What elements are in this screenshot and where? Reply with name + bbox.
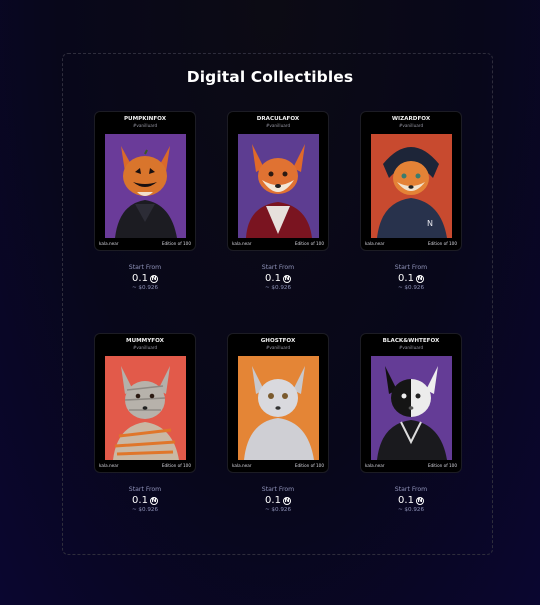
nft-owner[interactable]: kala.near (232, 241, 252, 246)
nft-card-footer: kala.near Edition of 100 (232, 463, 324, 468)
nft-name: WIZARDFOX (391, 116, 431, 122)
nft-card[interactable]: BLACK&WHTEFOX #vanilluard kala.near Edit… (360, 333, 464, 473)
start-from-label: Start From (261, 264, 295, 271)
nft-price: Start From 0.1 N ~ $0.926 (93, 264, 197, 291)
nft-owner[interactable]: kala.near (365, 463, 385, 468)
nft-card[interactable]: DRACULAFOX #vanilluard kala.near Edition… (227, 111, 331, 251)
price-amount: 0.1 (265, 273, 281, 284)
nft-price: Start From 0.1 N ~ $0.926 (226, 264, 330, 291)
near-icon: N (282, 274, 291, 283)
price-value: 0.1 N (359, 273, 463, 284)
usd-estimate: ~ $0.926 (397, 507, 425, 513)
nft-card-frame[interactable]: BLACK&WHTEFOX #vanilluard kala.near Edit… (360, 333, 462, 473)
near-icon: N (415, 496, 424, 505)
price-value: 0.1 N (93, 495, 197, 506)
near-icon: N (149, 496, 158, 505)
nft-owner[interactable]: kala.near (99, 463, 119, 468)
nft-artwork[interactable]: N (371, 134, 452, 238)
nft-artwork[interactable] (105, 356, 186, 460)
nft-artwork[interactable] (238, 356, 319, 460)
usd-estimate: ~ $0.926 (397, 285, 425, 291)
nft-card-frame[interactable]: WIZARDFOX #vanilluard N kala.near Editio… (360, 111, 462, 251)
usd-estimate: ~ $0.926 (131, 507, 159, 513)
nft-owner[interactable]: kala.near (232, 463, 252, 468)
price-amount: 0.1 (398, 273, 414, 284)
near-icon: N (282, 496, 291, 505)
nft-handle: #vanilluard (398, 345, 424, 350)
start-from-label: Start From (394, 486, 428, 493)
nft-edition: Edition of 100 (427, 463, 457, 468)
nft-card-frame[interactable]: MUMMYFOX #vanilluard kala.near Edition o… (94, 333, 196, 473)
pumpkin-fox-illustration (105, 134, 186, 238)
nft-name: DRACULAFOX (256, 116, 300, 122)
nft-card-frame[interactable]: DRACULAFOX #vanilluard kala.near Edition… (227, 111, 329, 251)
nft-card-footer: kala.near Edition of 100 (365, 241, 457, 246)
usd-estimate: ~ $0.926 (264, 507, 292, 513)
nft-price: Start From 0.1 N ~ $0.926 (359, 264, 463, 291)
nft-handle: #vanilluard (398, 123, 424, 128)
nft-edition: Edition of 100 (294, 241, 324, 246)
near-icon: N (149, 274, 158, 283)
start-from-label: Start From (128, 264, 162, 271)
start-from-label: Start From (128, 486, 162, 493)
nft-name: BLACK&WHTEFOX (382, 338, 440, 344)
near-icon: N (415, 274, 424, 283)
dracula-fox-illustration (238, 134, 319, 238)
nft-card[interactable]: MUMMYFOX #vanilluard kala.near Edition o… (94, 333, 198, 473)
ghost-fox-illustration (238, 356, 319, 460)
nft-owner[interactable]: kala.near (365, 241, 385, 246)
nft-card[interactable]: WIZARDFOX #vanilluard N kala.near Editio… (360, 111, 464, 251)
nft-handle: #vanilluard (132, 123, 158, 128)
nft-edition: Edition of 100 (161, 463, 191, 468)
page-title: Digital Collectibles (186, 68, 354, 86)
usd-estimate: ~ $0.926 (131, 285, 159, 291)
nft-edition: Edition of 100 (161, 241, 191, 246)
nft-owner[interactable]: kala.near (99, 241, 119, 246)
nft-card-footer: kala.near Edition of 100 (232, 241, 324, 246)
nft-price: Start From 0.1 N ~ $0.926 (93, 486, 197, 513)
start-from-label: Start From (394, 264, 428, 271)
nft-price: Start From 0.1 N ~ $0.926 (226, 486, 330, 513)
nft-card[interactable]: PUMPKINFOX #vanilluard kala.near Edition… (94, 111, 198, 251)
nft-artwork[interactable] (105, 134, 186, 238)
nft-name: MUMMYFOX (126, 338, 164, 344)
nft-artwork[interactable] (371, 356, 452, 460)
nft-edition: Edition of 100 (427, 241, 457, 246)
nft-card-frame[interactable]: GHOSTFOX #vanilluard kala.near Edition o… (227, 333, 329, 473)
price-value: 0.1 N (93, 273, 197, 284)
nft-name: GHOSTFOX (260, 338, 296, 344)
price-value: 0.1 N (359, 495, 463, 506)
nft-artwork[interactable] (238, 134, 319, 238)
nft-edition: Edition of 100 (294, 463, 324, 468)
price-amount: 0.1 (398, 495, 414, 506)
svg-text:N: N (427, 219, 433, 228)
price-value: 0.1 N (226, 495, 330, 506)
price-value: 0.1 N (226, 273, 330, 284)
nft-card[interactable]: GHOSTFOX #vanilluard kala.near Edition o… (227, 333, 331, 473)
nft-handle: #vanilluard (265, 123, 291, 128)
start-from-label: Start From (261, 486, 295, 493)
nft-card-frame[interactable]: PUMPKINFOX #vanilluard kala.near Edition… (94, 111, 196, 251)
nft-card-footer: kala.near Edition of 100 (99, 463, 191, 468)
price-amount: 0.1 (265, 495, 281, 506)
nft-name: PUMPKINFOX (123, 116, 167, 122)
nft-price: Start From 0.1 N ~ $0.926 (359, 486, 463, 513)
nft-card-footer: kala.near Edition of 100 (99, 241, 191, 246)
black-white-fox-illustration (371, 356, 452, 460)
mummy-fox-illustration (105, 356, 186, 460)
usd-estimate: ~ $0.926 (264, 285, 292, 291)
nft-card-footer: kala.near Edition of 100 (365, 463, 457, 468)
nft-handle: #vanilluard (265, 345, 291, 350)
price-amount: 0.1 (132, 495, 148, 506)
nft-handle: #vanilluard (132, 345, 158, 350)
wizard-fox-illustration: N (371, 134, 452, 238)
price-amount: 0.1 (132, 273, 148, 284)
